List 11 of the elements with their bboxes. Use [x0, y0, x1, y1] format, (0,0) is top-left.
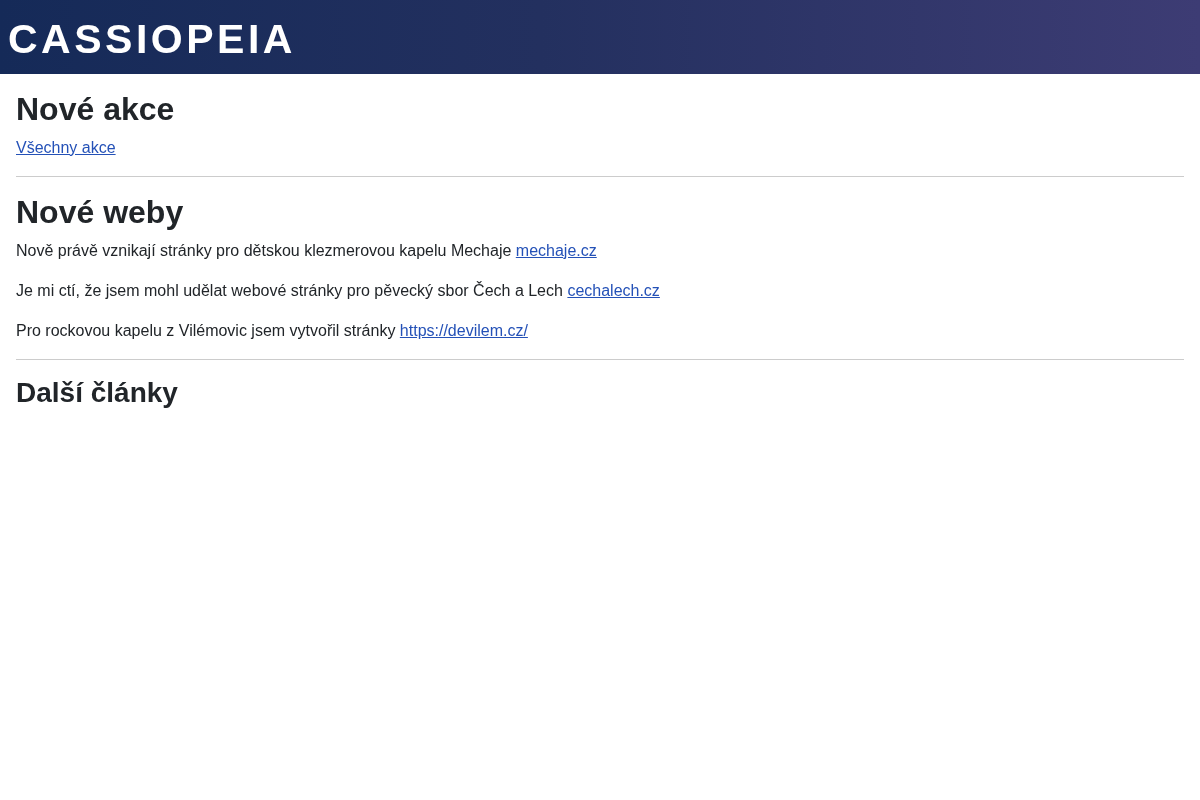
paragraph: Pro rockovou kapelu z Vilémovic jsem vytvořil stránky https://devilem.cz/: [16, 321, 529, 341]
site-logo[interactable]: CASSIOPEIA: [8, 18, 296, 60]
all-events-link[interactable]: Všechny akce: [16, 139, 116, 156]
website-link[interactable]: mechaje.cz: [515, 242, 597, 259]
paragraph: Nově právě vznikají stránky pro dětskou klezmerovou kapelu Mechaje mechaje.cz: [16, 241, 598, 261]
section-heading: Nové akce: [16, 90, 176, 128]
paragraph: Je mi ctí, že jsem mohl udělat webové stránky pro pěvecký sbor Čech a Lech cechalech.cz: [16, 280, 661, 301]
section-heading: Nové weby: [16, 193, 185, 231]
section-heading: Další články: [16, 376, 179, 410]
website-link[interactable]: https://devilem.cz/: [399, 322, 528, 339]
website-link[interactable]: cechalech.cz: [567, 282, 660, 299]
